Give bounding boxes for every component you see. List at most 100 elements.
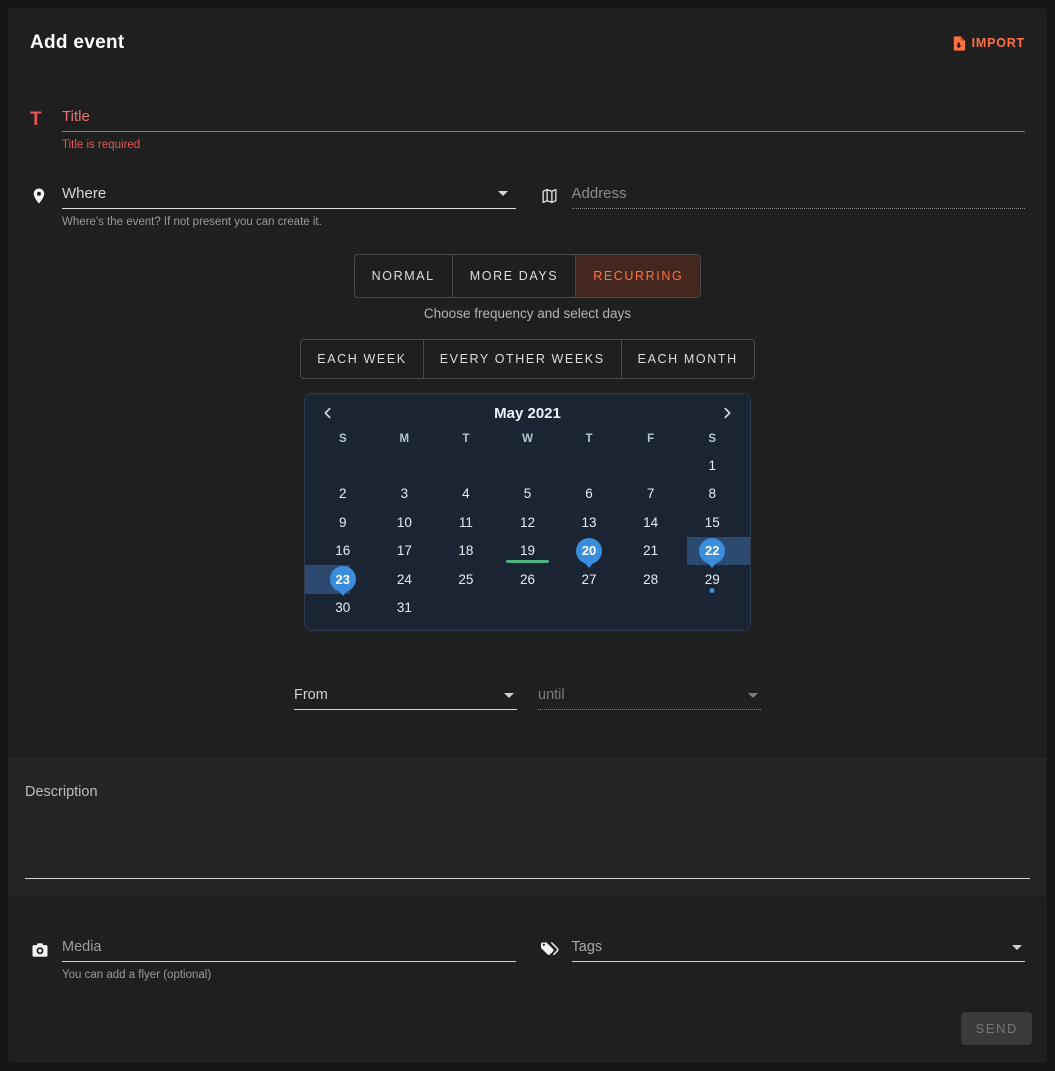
description-textarea[interactable]: Description [8, 756, 1047, 897]
chevron-down-icon [1012, 945, 1022, 950]
day-number: 15 [705, 515, 720, 530]
calendar-day-20[interactable]: 20 [558, 537, 620, 566]
calendar-weekday-label: T [435, 429, 497, 451]
calendar-grid: 1234567891011121314151617181920212223242… [312, 451, 743, 622]
media-tags-row: Media You can add a flyer (optional) Tag… [30, 939, 1025, 981]
calendar-day-18[interactable]: 18 [435, 537, 497, 566]
calendar-day-empty [497, 594, 559, 623]
page-title: Add event [30, 32, 125, 54]
calendar-day-16[interactable]: 16 [312, 537, 374, 566]
title-text-icon: T [30, 110, 56, 132]
where-select[interactable]: Where [62, 185, 516, 209]
calendar-day-25[interactable]: 25 [435, 565, 497, 594]
calendar-day-1[interactable]: 1 [681, 451, 743, 480]
calendar-day-30[interactable]: 30 [312, 594, 374, 623]
calendar-day-3[interactable]: 3 [374, 480, 436, 509]
title-error-text: Title is required [62, 139, 1025, 151]
media-field: Media You can add a flyer (optional) [30, 939, 516, 981]
import-button[interactable]: IMPORT [945, 34, 1031, 53]
until-placeholder: until [538, 687, 565, 703]
calendar-prev-button[interactable] [318, 403, 338, 423]
calendar-weekday-label: S [681, 429, 743, 451]
day-number: 12 [520, 515, 535, 530]
calendar-day-28[interactable]: 28 [620, 565, 682, 594]
calendar-day-27[interactable]: 27 [558, 565, 620, 594]
calendar-next-button[interactable] [717, 403, 737, 423]
frequency-tabs: EACH WEEK EVERY OTHER WEEKS EACH MONTH [8, 339, 1047, 379]
event-dot [710, 588, 715, 593]
send-button[interactable]: SEND [961, 1012, 1032, 1045]
address-input[interactable]: Address [572, 185, 1026, 209]
calendar-header: May 2021 [312, 399, 743, 425]
tags-placeholder: Tags [572, 939, 603, 955]
tags-select[interactable]: Tags [572, 939, 1026, 962]
calendar-weekday-label: M [374, 429, 436, 451]
calendar-day-23[interactable]: 23 [312, 565, 374, 594]
calendar-day-9[interactable]: 9 [312, 508, 374, 537]
day-number: 26 [520, 572, 535, 587]
day-number: 9 [339, 515, 347, 530]
tab-normal[interactable]: NORMAL [355, 255, 453, 297]
title-input[interactable]: Title [62, 108, 1025, 132]
calendar-day-19[interactable]: 19 [497, 537, 559, 566]
calendar-day-15[interactable]: 15 [681, 508, 743, 537]
tab-recurring[interactable]: RECURRING [576, 255, 700, 297]
calendar-day-14[interactable]: 14 [620, 508, 682, 537]
calendar-day-29[interactable]: 29 [681, 565, 743, 594]
calendar-day-24[interactable]: 24 [374, 565, 436, 594]
chevron-down-icon [498, 191, 508, 196]
day-number: 5 [524, 486, 532, 501]
calendar-day-10[interactable]: 10 [374, 508, 436, 537]
tab-every-other-weeks[interactable]: EVERY OTHER WEEKS [424, 340, 622, 378]
day-number: 22 [705, 543, 719, 558]
calendar-day-2[interactable]: 2 [312, 480, 374, 509]
calendar-day-13[interactable]: 13 [558, 508, 620, 537]
frequency-helper-text: Choose frequency and select days [8, 306, 1047, 321]
calendar-day-17[interactable]: 17 [374, 537, 436, 566]
calendar-day-26[interactable]: 26 [497, 565, 559, 594]
calendar-weekday-row: SMTWTFS [312, 429, 743, 451]
day-number: 19 [520, 543, 535, 558]
day-number: 16 [335, 543, 350, 558]
title-placeholder: Title [62, 108, 90, 125]
tab-each-month[interactable]: EACH MONTH [622, 340, 754, 378]
media-helper-text: You can add a flyer (optional) [62, 969, 516, 981]
title-field: T Title Title is required [30, 108, 1025, 151]
day-number: 28 [643, 572, 658, 587]
description-label: Description [25, 784, 1030, 800]
where-field: Where Where's the event? If not present … [30, 185, 516, 228]
day-number: 6 [585, 486, 593, 501]
calendar-month-label: May 2021 [338, 405, 717, 422]
day-number: 3 [401, 486, 409, 501]
description-underline [25, 878, 1030, 879]
chevron-down-icon [748, 693, 758, 698]
calendar-day-empty [374, 451, 436, 480]
add-event-dialog: Add event IMPORT T Title Title is requir… [8, 8, 1047, 1063]
calendar-day-6[interactable]: 6 [558, 480, 620, 509]
selected-day-marker: 23 [330, 566, 356, 592]
calendar-day-22[interactable]: 22 [681, 537, 743, 566]
calendar-day-21[interactable]: 21 [620, 537, 682, 566]
event-mode-tabs: NORMAL MORE DAYS RECURRING [8, 254, 1047, 298]
calendar-weekday-label: S [312, 429, 374, 451]
calendar-day-5[interactable]: 5 [497, 480, 559, 509]
calendar-day-empty [620, 594, 682, 623]
calendar-day-12[interactable]: 12 [497, 508, 559, 537]
dialog-header: Add event IMPORT [8, 8, 1047, 54]
tab-each-week[interactable]: EACH WEEK [301, 340, 423, 378]
calendar-day-8[interactable]: 8 [681, 480, 743, 509]
day-number: 14 [643, 515, 658, 530]
where-helper-text: Where's the event? If not present you ca… [62, 216, 516, 228]
calendar-weekday-label: T [558, 429, 620, 451]
calendar-day-4[interactable]: 4 [435, 480, 497, 509]
calendar-weekday-label: W [497, 429, 559, 451]
calendar-day-31[interactable]: 31 [374, 594, 436, 623]
day-number: 13 [582, 515, 597, 530]
until-select[interactable]: until [538, 687, 761, 710]
media-input[interactable]: Media [62, 939, 516, 962]
tab-more-days[interactable]: MORE DAYS [453, 255, 577, 297]
selected-day-marker: 22 [699, 538, 725, 564]
calendar-day-7[interactable]: 7 [620, 480, 682, 509]
calendar-day-11[interactable]: 11 [435, 508, 497, 537]
from-select[interactable]: From [294, 687, 517, 710]
